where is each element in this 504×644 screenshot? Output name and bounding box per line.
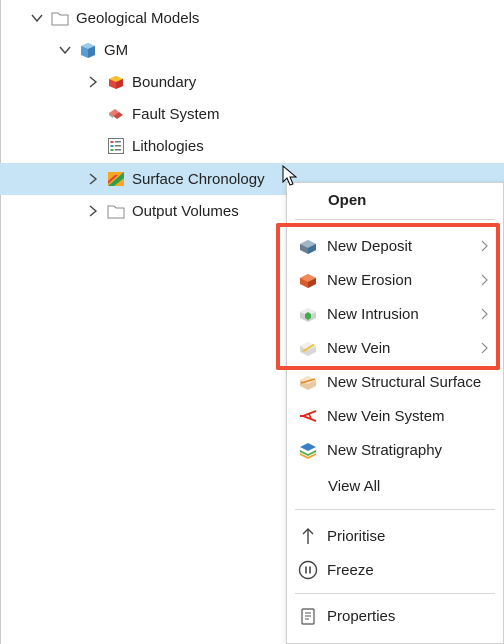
menu-label-new-vein-system: New Vein System	[327, 407, 445, 425]
tree-item-boundary[interactable]: Boundary	[86, 66, 196, 98]
tree-item-geological-models[interactable]: Geological Models	[30, 2, 199, 34]
menu-item-open[interactable]: Open	[287, 183, 503, 217]
tree-label-lithologies: Lithologies	[132, 137, 204, 155]
menu-label-freeze: Freeze	[327, 561, 374, 579]
properties-icon	[301, 608, 315, 625]
chevron-down-icon[interactable]	[30, 11, 44, 25]
menu-item-prioritise[interactable]: Prioritise	[287, 519, 503, 553]
tree-label-fault-system: Fault System	[132, 105, 220, 123]
menu-label-open: Open	[328, 191, 367, 209]
tree-label-geological-models: Geological Models	[76, 9, 200, 27]
surface-chronology-icon	[108, 172, 124, 186]
menu-separator	[295, 593, 495, 594]
menu-item-new-vein-system[interactable]: New Vein System	[287, 399, 503, 433]
tree-item-lithologies[interactable]: Lithologies	[106, 130, 204, 162]
menu-separator	[295, 219, 495, 220]
arrow-up-icon	[302, 528, 314, 544]
folder-icon	[51, 12, 69, 26]
menu-item-freeze[interactable]: Freeze	[287, 553, 503, 587]
folder-icon	[107, 205, 125, 219]
tree-item-surface-chronology[interactable]: Surface Chronology	[86, 163, 265, 195]
menu-label-view-all: View All	[328, 477, 381, 495]
menu-separator	[295, 509, 495, 510]
menu-item-properties[interactable]: Properties	[287, 599, 503, 633]
tree-item-fault-system[interactable]: Fault System	[106, 98, 220, 130]
menu-item-new-structural-surface[interactable]: New Structural Surface	[287, 365, 503, 399]
boundary-icon	[109, 76, 123, 89]
lithologies-list-icon	[108, 138, 124, 154]
tree-item-output-volumes[interactable]: Output Volumes	[86, 195, 239, 227]
menu-label-prioritise: Prioritise	[327, 527, 386, 545]
geological-model-icon	[81, 43, 95, 58]
stratigraphy-icon	[300, 443, 316, 459]
tree-label-output-volumes: Output Volumes	[132, 202, 239, 220]
highlight-annotation-box	[276, 223, 500, 370]
tree-item-gm[interactable]: GM	[58, 34, 128, 66]
menu-label-properties: Properties	[327, 607, 396, 625]
menu-label-new-stratigraphy: New Stratigraphy	[327, 441, 443, 459]
chevron-right-icon[interactable]	[86, 75, 100, 89]
chevron-right-icon[interactable]	[86, 172, 100, 186]
menu-label-new-structural-surface: New Structural Surface	[327, 373, 482, 391]
chevron-down-icon[interactable]	[58, 43, 72, 57]
tree-label-boundary: Boundary	[132, 73, 197, 91]
chevron-right-icon[interactable]	[86, 204, 100, 218]
vein-system-icon	[300, 410, 317, 422]
fault-system-icon	[109, 109, 123, 119]
structural-surface-icon	[300, 376, 316, 390]
tree-label-surface-chronology: Surface Chronology	[132, 170, 265, 188]
mouse-cursor-icon	[282, 165, 298, 186]
left-border	[0, 0, 1, 644]
pause-circle-icon	[298, 560, 318, 580]
tree-label-gm: GM	[104, 41, 129, 59]
menu-item-view-all[interactable]: View All	[287, 469, 503, 503]
menu-item-new-stratigraphy[interactable]: New Stratigraphy	[287, 433, 503, 467]
